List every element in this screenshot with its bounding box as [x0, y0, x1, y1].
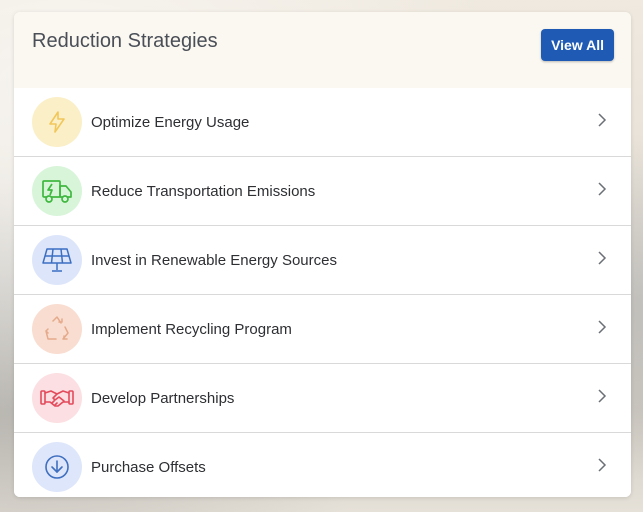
strategy-item-recycling[interactable]: Implement Recycling Program	[14, 295, 631, 364]
icon-circle	[32, 97, 82, 147]
recycle-icon	[45, 316, 69, 340]
electric-truck-icon	[42, 180, 72, 203]
chevron-right-icon	[598, 458, 607, 472]
handshake-icon	[40, 390, 74, 407]
reduction-strategies-card: Reduction Strategies View All Optimize E…	[14, 12, 631, 497]
strategy-item-transportation[interactable]: Reduce Transportation Emissions	[14, 157, 631, 226]
strategy-item-offsets[interactable]: Purchase Offsets	[14, 433, 631, 497]
strategy-label: Optimize Energy Usage	[91, 113, 250, 131]
download-icon	[45, 455, 69, 479]
chevron-right-icon	[598, 113, 607, 127]
icon-circle	[32, 373, 82, 423]
strategy-item-optimize-energy[interactable]: Optimize Energy Usage	[14, 88, 631, 157]
view-all-button[interactable]: View All	[541, 29, 614, 61]
strategy-list: Optimize Energy Usage Reduce Transportat…	[14, 88, 631, 497]
icon-circle	[32, 304, 82, 354]
strategy-label: Develop Partnerships	[91, 389, 235, 407]
chevron-right-icon	[598, 182, 607, 196]
card-title: Reduction Strategies	[32, 30, 218, 52]
card-header: Reduction Strategies View All	[14, 12, 631, 88]
chevron-right-icon	[598, 320, 607, 334]
strategy-label: Invest in Renewable Energy Sources	[91, 251, 337, 269]
chevron-right-icon	[598, 389, 607, 403]
icon-circle	[32, 442, 82, 492]
lightning-icon	[49, 111, 65, 133]
strategy-label: Purchase Offsets	[91, 458, 206, 476]
icon-circle	[32, 235, 82, 285]
chevron-right-icon	[598, 251, 607, 265]
strategy-item-partnerships[interactable]: Develop Partnerships	[14, 364, 631, 433]
strategy-label: Reduce Transportation Emissions	[91, 182, 316, 200]
strategy-label: Implement Recycling Program	[91, 320, 292, 338]
strategy-item-renewable[interactable]: Invest in Renewable Energy Sources	[14, 226, 631, 295]
solar-panel-icon	[42, 248, 72, 272]
icon-circle	[32, 166, 82, 216]
